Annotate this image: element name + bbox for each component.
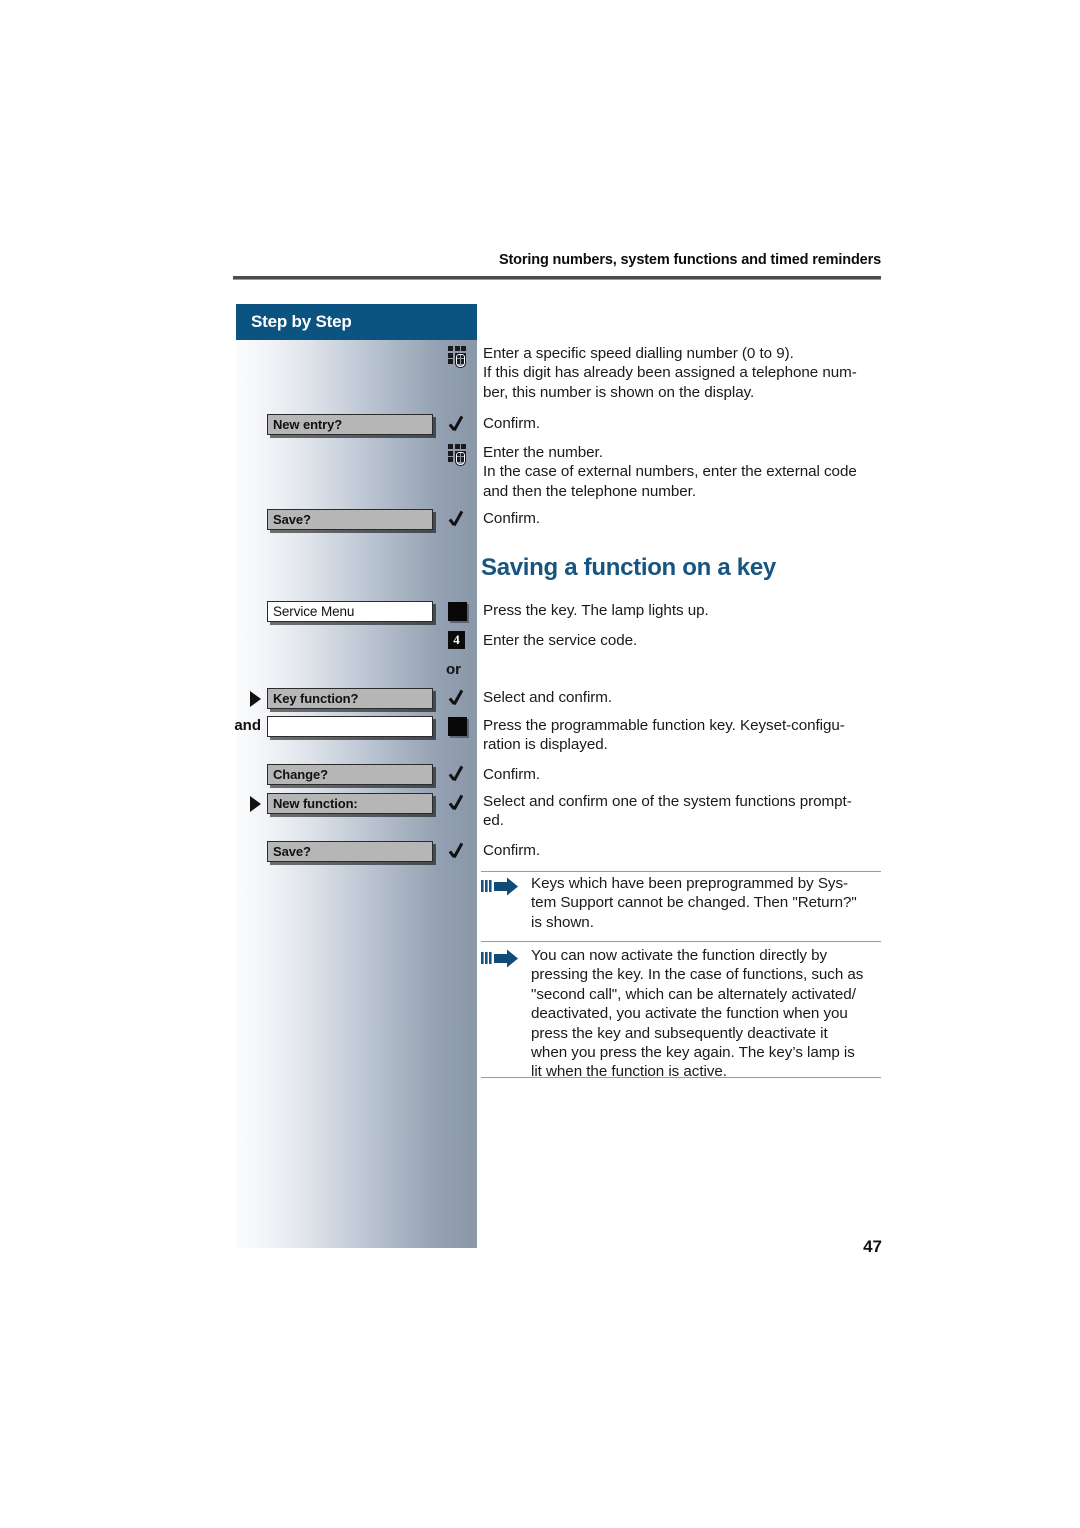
softkey-key-function[interactable]: Key function?: [267, 688, 433, 709]
softkey-save-2-label: Save?: [273, 844, 311, 859]
section-heading: Saving a function on a key: [481, 554, 776, 581]
check-icon: [448, 414, 468, 435]
check-icon: [448, 509, 468, 530]
softkey-save-1-label: Save?: [273, 512, 311, 527]
select-marker-triangle-icon: [250, 796, 261, 812]
softkey-change-label: Change?: [273, 767, 328, 782]
phone-key-icon: [448, 602, 467, 621]
step-row-service-menu: Service Menu: [236, 601, 477, 623]
softkey-service-menu[interactable]: Service Menu: [267, 601, 433, 622]
step-icon-check-save-1: [448, 509, 474, 533]
finger-outline: [455, 451, 466, 466]
softkey-key-function-label: Key function?: [273, 691, 359, 706]
step-icon-check-key-function: [448, 688, 474, 712]
running-header-title: Storing numbers, system functions and ti…: [498, 252, 881, 268]
step-icon-check-new-function: [448, 793, 474, 817]
step-icon-key-programmable: [448, 717, 474, 741]
step-text-1: Enter a specific speed dialling number (…: [483, 345, 857, 401]
digit-key-icon: 4: [448, 631, 465, 649]
step-row-new-function: New function:: [236, 793, 477, 815]
softkey-service-menu-label: Service Menu: [273, 604, 355, 619]
step-text-8: Press the programmable function key. Key…: [483, 717, 845, 754]
step-icon-key-service-menu: [448, 602, 474, 626]
finger-outline: [455, 353, 466, 368]
step-text-9: Confirm.: [483, 766, 540, 783]
sidebar-header-bar: Step by Step: [236, 304, 477, 340]
step-icon-check-save-2: [448, 841, 474, 865]
select-marker-triangle-icon: [250, 691, 261, 707]
step-row-save-1: Save?: [236, 509, 477, 531]
softkey-save-2[interactable]: Save?: [267, 841, 433, 862]
step-row-save-2: Save?: [236, 841, 477, 863]
step-text-5: Press the key. The lamp lights up.: [483, 602, 709, 619]
softkey-change[interactable]: Change?: [267, 764, 433, 785]
step-text-3: Enter the number. In the case of external…: [483, 444, 857, 500]
note-text-1: Keys which have been preprogrammed by Sy…: [531, 875, 857, 931]
step-text-7: Select and confirm.: [483, 689, 613, 706]
softkey-new-function-label: New function:: [273, 796, 358, 811]
step-icon-keypad-2: [448, 444, 474, 468]
note-divider-top: [481, 871, 881, 872]
step-icon-digit-4: 4: [448, 631, 474, 655]
or-separator: or: [446, 661, 461, 678]
step-icon-check-new-entry: [448, 414, 474, 438]
step-icon-check-change: [448, 764, 474, 788]
note-arrow-icon: [481, 877, 525, 897]
sidebar-title: Step by Step: [251, 312, 352, 331]
note-divider-middle: [481, 941, 881, 942]
page-number: 47: [863, 1237, 882, 1256]
step-row-change: Change?: [236, 764, 477, 786]
softkey-new-function[interactable]: New function:: [267, 793, 433, 814]
note-arrow-icon: [481, 949, 525, 969]
step-icon-keypad-1: [448, 346, 474, 370]
step-text-2: Confirm.: [483, 415, 540, 432]
step-text-10: Select and confirm one of the system fun…: [483, 793, 852, 830]
check-icon: [448, 688, 468, 709]
step-text-6: Enter the service code.: [483, 632, 638, 649]
step-text-4: Confirm.: [483, 510, 540, 527]
step-row-programmable-key: and: [234, 716, 477, 738]
check-icon: [448, 841, 468, 862]
check-icon: [448, 793, 468, 814]
keypad-icon: [448, 444, 470, 466]
keypad-icon: [448, 346, 470, 368]
softkey-save-1[interactable]: Save?: [267, 509, 433, 530]
check-icon: [448, 764, 468, 785]
note-text-2: You can now activate the function direct…: [531, 947, 864, 1081]
header-divider: [233, 276, 881, 280]
step-row-key-function: Key function?: [236, 688, 477, 710]
step-text-11: Confirm.: [483, 842, 540, 859]
step-row-new-entry: New entry?: [236, 414, 477, 436]
note-divider-bottom: [481, 1077, 881, 1078]
softkey-new-entry[interactable]: New entry?: [267, 414, 433, 435]
phone-key-icon: [448, 717, 467, 736]
and-separator: and: [234, 717, 261, 734]
softkey-new-entry-label: New entry?: [273, 417, 343, 432]
softkey-programmable-key[interactable]: [267, 716, 433, 737]
